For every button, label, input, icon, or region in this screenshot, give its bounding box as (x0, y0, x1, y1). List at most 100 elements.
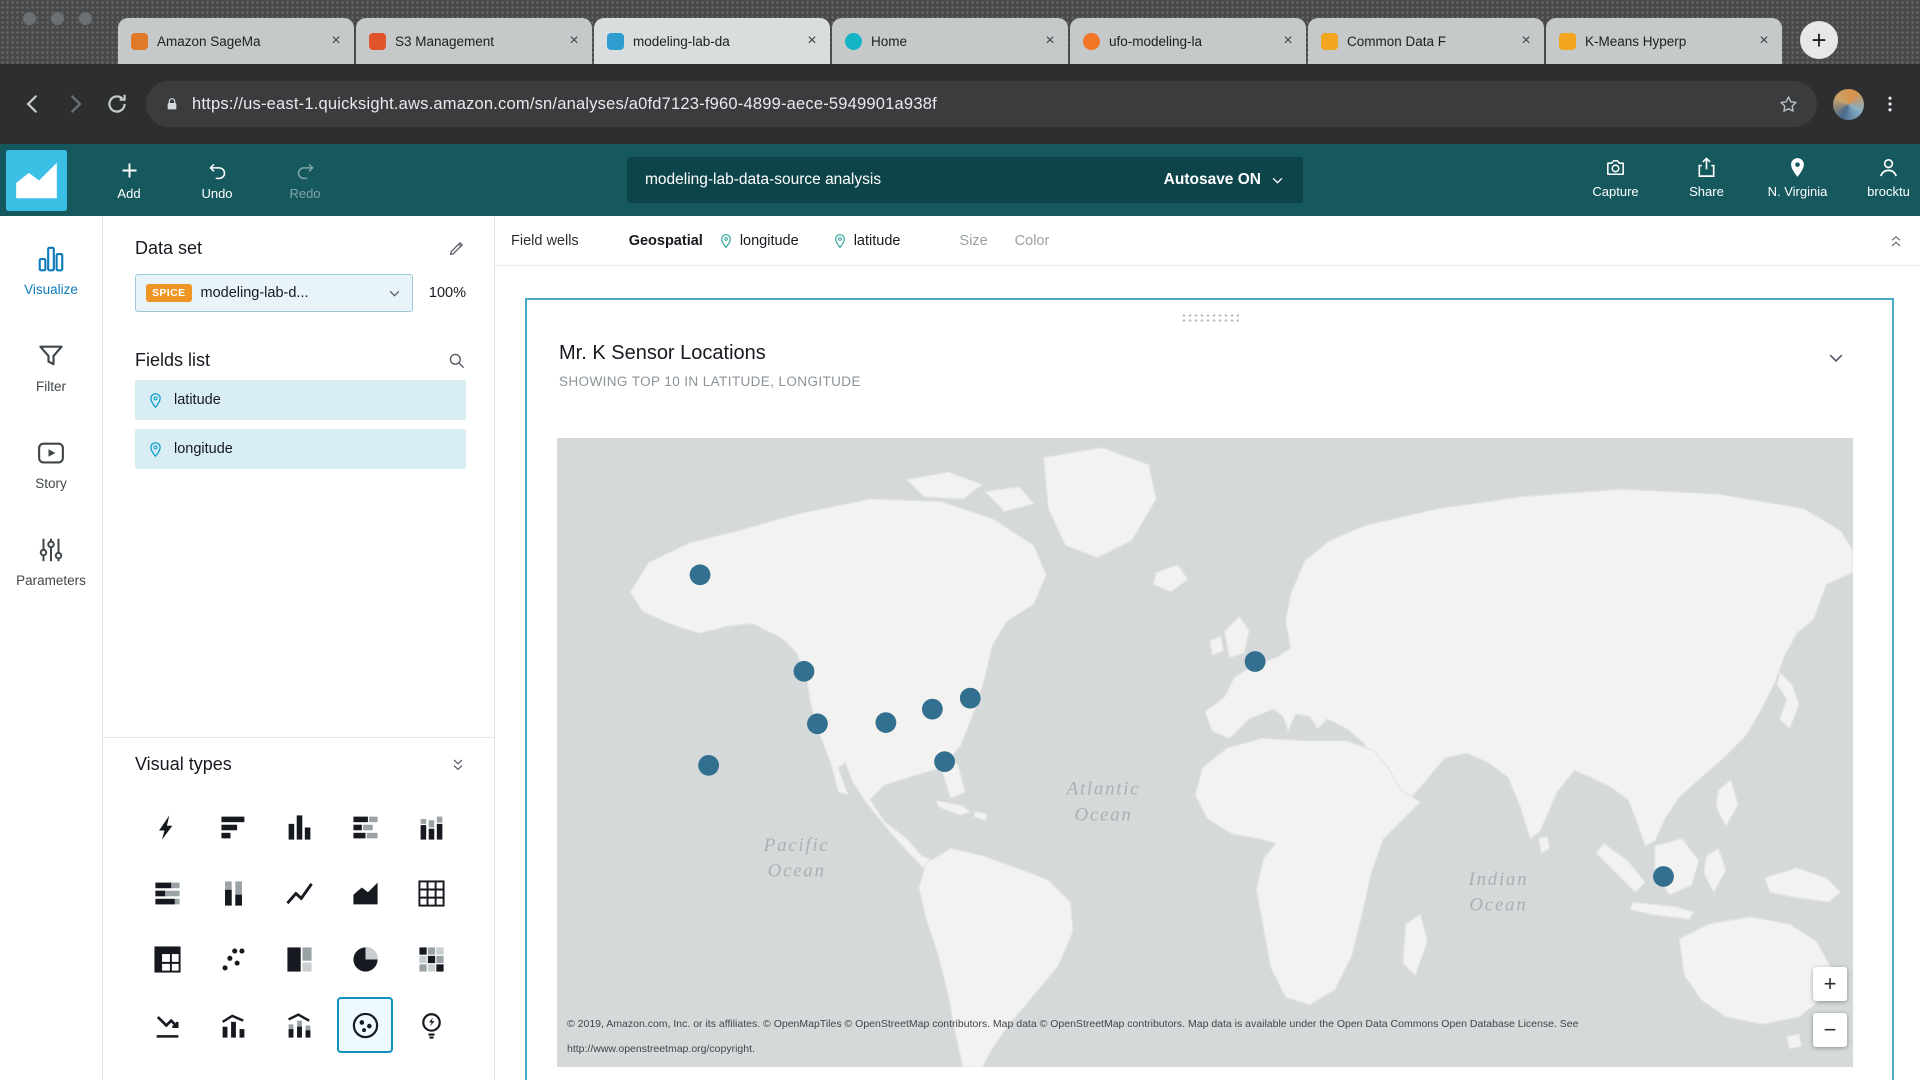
brocktu-button[interactable]: brocktu (1843, 156, 1920, 199)
browser-tab-6[interactable]: K-Means Hyperp× (1546, 18, 1782, 64)
aws-home-favicon (845, 33, 862, 50)
map-point[interactable] (794, 661, 815, 682)
map-point[interactable] (875, 712, 896, 733)
redo-button[interactable]: Redo (261, 160, 349, 201)
visual-type-scatter-plot[interactable] (205, 931, 261, 987)
field-item-latitude[interactable]: latitude (135, 380, 466, 420)
visual-type-insights[interactable] (403, 997, 459, 1053)
search-icon[interactable] (447, 351, 466, 370)
visual-type-table[interactable] (403, 865, 459, 921)
dataset-selector[interactable]: SPICE modeling-lab-d... (135, 274, 413, 312)
n-virginia-button[interactable]: N. Virginia (1752, 156, 1843, 199)
spice-badge: SPICE (146, 284, 192, 302)
window-minimize-button[interactable] (50, 11, 65, 26)
field-wells-collapse-icon[interactable] (1888, 233, 1904, 249)
tab-close-icon[interactable]: × (1754, 31, 1774, 51)
tab-close-icon[interactable]: × (564, 31, 584, 51)
visual-type-combo-bar[interactable] (205, 997, 261, 1053)
browser-tab-2[interactable]: modeling-lab-da× (594, 18, 830, 64)
visual-type-kpi[interactable] (139, 997, 195, 1053)
share-button[interactable]: Share (1661, 156, 1752, 199)
visual-menu-chevron-icon[interactable] (1826, 348, 1846, 368)
window-controls (22, 11, 93, 26)
s3-favicon (369, 33, 386, 50)
size-well[interactable]: Size (959, 233, 987, 249)
visual-type-combo-stacked[interactable] (271, 997, 327, 1053)
browser-menu-icon[interactable] (1880, 93, 1900, 115)
window-zoom-button[interactable] (78, 11, 93, 26)
tab-label: Home (871, 34, 1031, 49)
browser-tab-3[interactable]: Home × (832, 18, 1068, 64)
tab-close-icon[interactable]: × (1040, 31, 1060, 51)
capture-button[interactable]: Capture (1570, 156, 1661, 199)
visual-type-tree-map[interactable] (271, 931, 327, 987)
browser-tab-4[interactable]: ufo-modeling-la × (1070, 18, 1306, 64)
profile-avatar[interactable] (1833, 89, 1864, 120)
browser-tab-0[interactable]: Amazon SageMa× (118, 18, 354, 64)
add-button[interactable]: Add (85, 160, 173, 201)
tab-close-icon[interactable]: × (1278, 31, 1298, 51)
zoom-in-button[interactable]: + (1813, 967, 1847, 1001)
visual-type-auto-graph[interactable] (139, 799, 195, 855)
tab-close-icon[interactable]: × (326, 31, 346, 51)
bookmark-star-icon[interactable] (1778, 94, 1799, 115)
back-button[interactable] (20, 91, 46, 117)
map-point[interactable] (698, 755, 719, 776)
sidebar-item-parameters[interactable]: Parameters (16, 535, 86, 588)
visual-type-pivot-table[interactable] (139, 931, 195, 987)
visual-type-vertical-bar[interactable] (271, 799, 327, 855)
visual-type-line-chart[interactable] (271, 865, 327, 921)
visual-type-points-on-map[interactable] (337, 997, 393, 1053)
browser-tab-5[interactable]: Common Data F× (1308, 18, 1544, 64)
forward-button[interactable] (62, 91, 88, 117)
geospatial-well-longitude[interactable]: longitude (718, 233, 799, 249)
map-point[interactable] (922, 699, 943, 720)
visual-drag-handle[interactable] (1181, 313, 1239, 324)
visual-type-vertical-stacked-bar[interactable] (403, 799, 459, 855)
address-bar[interactable]: https://us-east-1.quicksight.aws.amazon.… (146, 81, 1817, 127)
visual-type-vertical-100-stacked-bar[interactable] (205, 865, 261, 921)
sheet-canvas: Mr. K Sensor Locations SHOWING TOP 10 IN… (495, 266, 1920, 1080)
visual-type-area-chart[interactable] (337, 865, 393, 921)
map-point[interactable] (960, 688, 981, 709)
browser-toolbar: https://us-east-1.quicksight.aws.amazon.… (0, 64, 1920, 144)
geospatial-well-latitude[interactable]: latitude (832, 233, 901, 249)
sidebar-item-story[interactable]: Story (35, 438, 67, 491)
sidebar-item-label: Visualize (24, 282, 78, 297)
header-actions: CaptureShareN. Virginiabrocktu (1570, 156, 1920, 199)
visual-type-pie-chart[interactable] (337, 931, 393, 987)
visual-type-heat-map[interactable] (403, 931, 459, 987)
visual-card[interactable]: Mr. K Sensor Locations SHOWING TOP 10 IN… (525, 298, 1894, 1080)
visual-type-horizontal-bar[interactable] (205, 799, 261, 855)
visual-type-horizontal-100-stacked-bar[interactable] (139, 865, 195, 921)
tab-close-icon[interactable]: × (802, 31, 822, 51)
map-point[interactable] (1245, 651, 1266, 672)
edit-dataset-pencil-icon[interactable] (447, 239, 466, 258)
tab-label: ufo-modeling-la (1109, 34, 1269, 49)
map-point[interactable] (807, 713, 828, 734)
aws-doc-favicon (1321, 33, 1338, 50)
visual-type-horizontal-stacked-bar[interactable] (337, 799, 393, 855)
browser-tab-1[interactable]: S3 Management× (356, 18, 592, 64)
analysis-title-bar[interactable]: modeling-lab-data-source analysis Autosa… (627, 157, 1303, 203)
sidebar-item-filter[interactable]: Filter (36, 341, 66, 394)
color-well[interactable]: Color (1015, 233, 1050, 249)
map-container[interactable]: AtlanticOceanPacificOceanIndianOcean © 2… (557, 438, 1853, 1067)
autosave-toggle[interactable]: Autosave ON (1164, 171, 1285, 189)
main-area: Field wells Geospatial longitudelatitude… (495, 216, 1920, 1080)
tab-close-icon[interactable]: × (1516, 31, 1536, 51)
map-point[interactable] (934, 751, 955, 772)
field-item-longitude[interactable]: longitude (135, 429, 466, 469)
reload-button[interactable] (104, 91, 130, 117)
zoom-out-button[interactable]: − (1813, 1013, 1847, 1047)
map-point[interactable] (1653, 866, 1674, 887)
visual-types-heading: Visual types (135, 754, 232, 775)
sidebar-item-visualize[interactable]: Visualize (24, 244, 78, 297)
window-close-button[interactable] (22, 11, 37, 26)
collapse-double-chevron-icon[interactable] (450, 757, 466, 773)
geospatial-well-label: Geospatial (629, 233, 703, 249)
new-tab-button[interactable]: + (1800, 21, 1838, 59)
quicksight-logo[interactable] (6, 150, 67, 211)
map-point[interactable] (690, 564, 711, 585)
undo-button[interactable]: Undo (173, 160, 261, 201)
